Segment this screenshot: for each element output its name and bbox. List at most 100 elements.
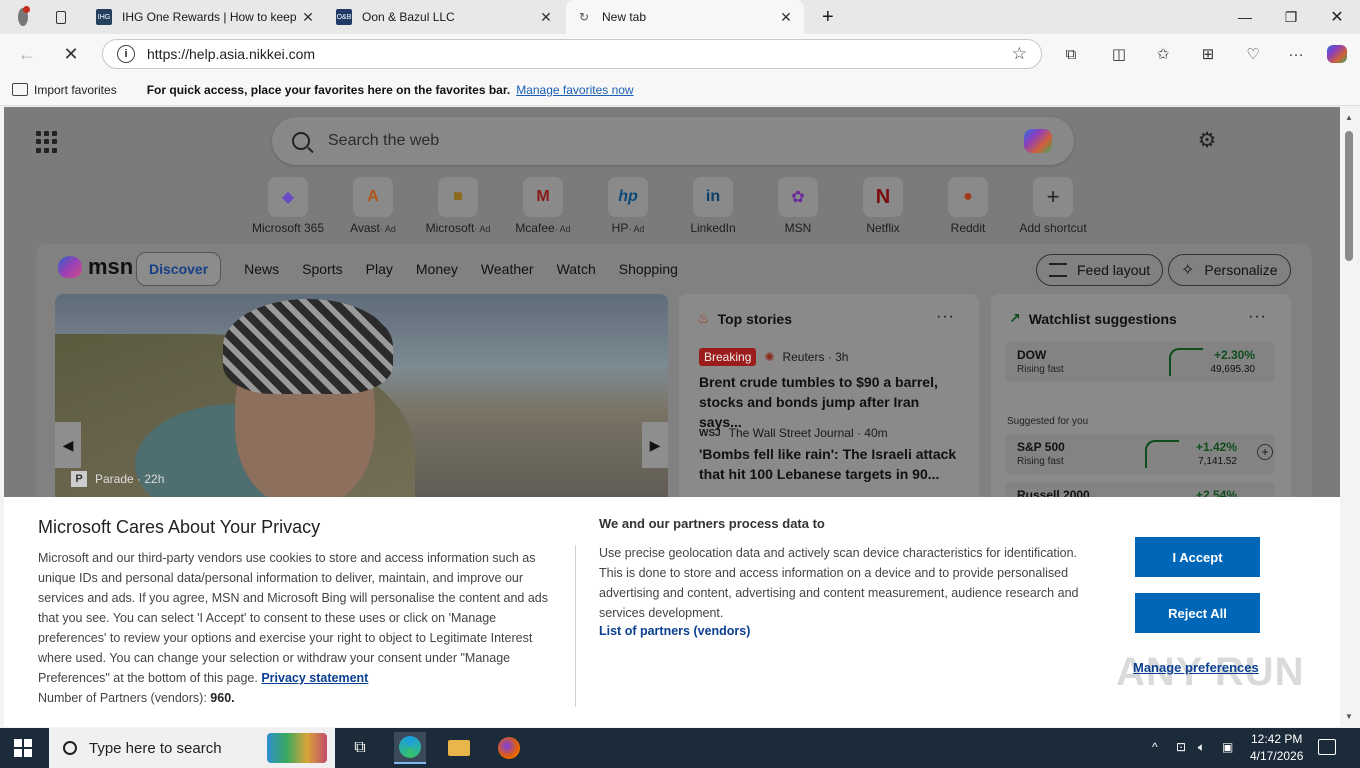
copilot-search-icon[interactable]	[1024, 129, 1052, 153]
address-bar[interactable]: i https://help.asia.nikkei.com ☆	[102, 39, 1042, 69]
shortcut-netflix[interactable]: N Netflix	[843, 177, 923, 235]
parade-logo-icon: P	[71, 471, 87, 487]
split-screen-icon[interactable]: ◫	[1106, 42, 1132, 66]
web-search-box[interactable]: Search the web	[272, 117, 1074, 165]
carousel-prev-button[interactable]: ◀	[55, 422, 81, 468]
scroll-down-arrow-icon[interactable]: ▼	[1345, 712, 1353, 721]
taskbar-search-placeholder: Type here to search	[89, 739, 222, 757]
msn-logo[interactable]: msn	[58, 254, 133, 280]
more-options-icon[interactable]: ···	[936, 308, 955, 326]
close-window-button[interactable]: ✕	[1314, 0, 1360, 34]
apps-launcher-icon[interactable]	[36, 131, 58, 153]
loading-icon: ↻	[578, 10, 590, 24]
tab-weather[interactable]: Weather	[481, 261, 534, 277]
tab-play[interactable]: Play	[366, 261, 393, 277]
tab-watch[interactable]: Watch	[557, 261, 596, 277]
clock[interactable]: 12:42 PM 4/17/2026	[1250, 731, 1303, 765]
collections-icon[interactable]: ⊞	[1195, 42, 1221, 66]
shortcut-microsoft[interactable]: ■ Microsoft· Ad	[418, 177, 498, 235]
flame-icon: ♨	[697, 310, 710, 326]
firefox-icon[interactable]	[493, 732, 525, 764]
reject-all-button[interactable]: Reject All	[1135, 593, 1260, 633]
shortcut-avast[interactable]: A Avast· Ad	[333, 177, 413, 235]
watchlist-row[interactable]: DOW Rising fast +2.30% 49,695.30	[1005, 342, 1275, 382]
profile-avatar[interactable]	[8, 0, 38, 34]
search-icon	[292, 132, 310, 150]
restore-button[interactable]: ❐	[1268, 0, 1314, 34]
shortcut-reddit[interactable]: ● Reddit	[928, 177, 1008, 235]
new-tab-button[interactable]: +	[812, 0, 842, 34]
url-text[interactable]: https://help.asia.nikkei.com	[147, 46, 315, 62]
personalize-button[interactable]: ✧ Personalize	[1168, 254, 1291, 286]
tab-new-tab[interactable]: ↻ New tab ✕	[566, 0, 804, 34]
ime-icon[interactable]: ▣	[1222, 740, 1233, 754]
network-icon[interactable]: ⊡	[1176, 740, 1186, 754]
partners-list-link[interactable]: List of partners (vendors)	[599, 624, 750, 638]
scroll-thumb[interactable]	[1345, 131, 1353, 261]
carousel-next-button[interactable]: ▶	[642, 422, 668, 468]
shortcut-microsoft-365[interactable]: ◆ Microsoft 365	[248, 177, 328, 235]
taskbar-search-box[interactable]: Type here to search	[49, 728, 335, 768]
notification-icon[interactable]	[1318, 739, 1336, 755]
watchlist-row[interactable]: S&P 500 Rising fast +1.42% 7,141.52 +	[1005, 434, 1275, 474]
tab-sports[interactable]: Sports	[302, 261, 342, 277]
story-headline[interactable]: Brent crude tumbles to $90 a barrel, sto…	[699, 372, 959, 432]
tab-shopping[interactable]: Shopping	[619, 261, 678, 277]
show-hidden-icons-icon[interactable]: ^	[1152, 740, 1158, 754]
more-menu-icon[interactable]: ···	[1283, 42, 1309, 66]
manage-preferences-link[interactable]: Manage preferences	[1133, 660, 1259, 675]
tab-actions-icon	[56, 10, 66, 24]
manage-favorites-link[interactable]: Manage favorites now	[516, 83, 633, 97]
story-source: Breaking ✺ Reuters · 3h	[699, 348, 848, 366]
tab-ihg[interactable]: IHG IHG One Rewards | How to keep y ✕	[86, 0, 326, 34]
close-tab-icon[interactable]: ✕	[778, 9, 794, 26]
hero-card[interactable]: ◀ ▶ P Parade · 22h	[55, 294, 668, 504]
import-favorites-button[interactable]: Import favorites	[12, 83, 117, 97]
story-headline[interactable]: 'Bombs fell like rain': The Israeli atta…	[699, 444, 959, 484]
shortcut-add[interactable]: + Add shortcut	[1013, 177, 1093, 235]
more-options-icon[interactable]: ···	[1248, 308, 1267, 326]
stock-status: Rising fast	[1017, 364, 1064, 375]
edge-taskbar-icon[interactable]	[394, 732, 426, 764]
site-info-icon[interactable]: i	[117, 45, 135, 63]
page-scrollbar[interactable]: ▲ ▼	[1340, 107, 1360, 727]
tab-actions-button[interactable]	[46, 0, 76, 34]
add-icon: +	[1033, 177, 1073, 217]
feed-layout-button[interactable]: Feed layout	[1036, 254, 1164, 286]
tab-bar: IHG IHG One Rewards | How to keep y ✕ O&…	[0, 0, 1360, 34]
watchlist-header: ↗ Watchlist suggestions	[1009, 310, 1177, 327]
browser-essentials-icon[interactable]: ♡	[1240, 42, 1266, 66]
tab-news[interactable]: News	[244, 261, 279, 277]
close-tab-icon[interactable]: ✕	[538, 9, 554, 26]
privacy-statement-link[interactable]: Privacy statement	[261, 671, 368, 685]
stock-symbol: DOW	[1017, 348, 1047, 362]
search-placeholder[interactable]: Search the web	[328, 132, 439, 150]
copilot-icon[interactable]	[1324, 42, 1350, 66]
shortcut-linkedin[interactable]: in LinkedIn	[673, 177, 753, 235]
stock-status: Rising fast	[1017, 456, 1064, 467]
tab-money[interactable]: Money	[416, 261, 458, 277]
task-view-icon[interactable]: ⧉	[344, 732, 376, 764]
shortcut-mcafee[interactable]: M Mcafee· Ad	[503, 177, 583, 235]
back-button[interactable]: ←	[12, 40, 42, 68]
file-explorer-icon[interactable]	[443, 732, 475, 764]
close-tab-icon[interactable]: ✕	[300, 9, 316, 26]
clock-date: 4/17/2026	[1250, 749, 1304, 763]
ad-label: · Ad	[628, 224, 645, 234]
shortcut-msn[interactable]: ✿ MSN	[758, 177, 838, 235]
stop-loading-button[interactable]: ✕	[56, 40, 86, 68]
settings-gear-icon[interactable]: ⚙	[1196, 130, 1218, 152]
add-to-watchlist-icon[interactable]: +	[1257, 444, 1273, 460]
tab-oon-bazul[interactable]: O&B Oon & Bazul LLC ✕	[326, 0, 564, 34]
accept-button[interactable]: I Accept	[1135, 537, 1260, 577]
top-stories-header: ♨ Top stories	[697, 310, 792, 327]
scroll-up-arrow-icon[interactable]: ▲	[1345, 113, 1353, 122]
minimize-button[interactable]: —	[1222, 0, 1268, 34]
tab-discover[interactable]: Discover	[136, 252, 222, 286]
volume-icon[interactable]: 🔈︎	[1198, 740, 1205, 755]
shortcut-hp[interactable]: hp HP· Ad	[588, 177, 668, 235]
extensions-icon[interactable]: ⧉	[1058, 42, 1084, 66]
favorites-icon[interactable]: ✩	[1150, 42, 1176, 66]
windows-start-icon[interactable]	[14, 739, 32, 757]
favorite-star-icon[interactable]: ☆	[1012, 44, 1027, 64]
